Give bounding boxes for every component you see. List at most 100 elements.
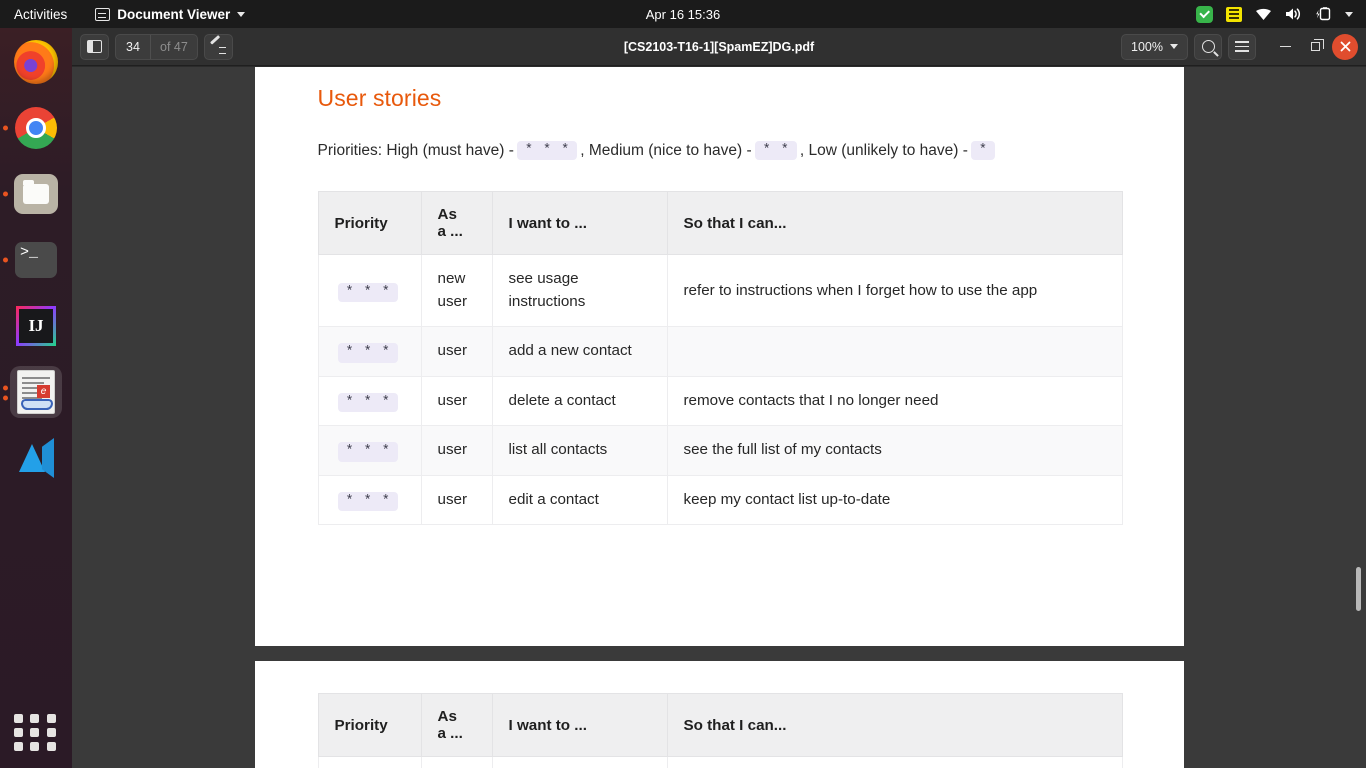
cell-so-that-i-can (666, 326, 1123, 377)
column-header-i-want-to: I want to ... (491, 693, 668, 757)
list-badge-icon[interactable] (1226, 6, 1242, 22)
dock-item-files[interactable] (3, 168, 62, 220)
priority-low-badge: * (970, 140, 995, 161)
system-tray (1196, 5, 1366, 23)
dock-item-intellij-idea[interactable]: IJ (10, 300, 62, 352)
volume-icon[interactable] (1285, 7, 1302, 21)
dock-item-document-viewer[interactable]: e (3, 366, 62, 418)
user-stories-table: Priority As a ... I want to ... So that … (317, 191, 1123, 526)
show-applications-button[interactable] (14, 710, 58, 754)
check-badge-icon[interactable] (1196, 5, 1213, 23)
find-button[interactable] (1194, 33, 1222, 60)
cell-priority: * * * (317, 254, 422, 328)
toolbar-right-group: 100% (1121, 33, 1358, 60)
pdf-page: User stories Priorities: High (must have… (254, 67, 1184, 646)
running-indicator (3, 385, 8, 391)
table-row: * * * user edit a contact keep my contact … (317, 474, 1123, 526)
chevron-down-icon (1170, 44, 1178, 49)
cell-as-a: new user (420, 254, 493, 328)
scrollbar-thumb[interactable] (1356, 567, 1361, 611)
table-body (317, 756, 1123, 768)
page-title: User stories (317, 85, 442, 111)
chevron-down-icon (237, 11, 246, 17)
page-number-input[interactable]: 34 (116, 40, 150, 54)
table-header-row: Priority As a ... I want to ... So that … (317, 191, 1123, 256)
cell-i-want-to: edit a contact (491, 474, 668, 526)
as-a-line1: As (437, 708, 457, 725)
sidebar-toggle-button[interactable] (80, 33, 109, 60)
page-navigation[interactable]: 34 of 47 (115, 33, 198, 60)
zoom-selector[interactable]: 100% (1121, 33, 1188, 60)
as-a-line1: As (437, 206, 457, 224)
cell-so-that-i-can: see the full list of my contacts (666, 425, 1123, 476)
maximize-button[interactable] (1302, 34, 1328, 60)
dock-item-firefox[interactable] (10, 36, 62, 88)
files-icon (14, 174, 58, 214)
priority-high-badge: * * * (337, 392, 398, 413)
cell-as-a (420, 756, 493, 768)
cell-priority: * * * (317, 474, 422, 526)
table-row (317, 756, 1123, 768)
running-indicator (3, 395, 8, 401)
cell-priority: * * * (317, 375, 422, 427)
document-viewer-window: 34 of 47 [CS2103-T16-1][SpamEZ]DG.pdf 10… (72, 28, 1366, 768)
running-indicator (3, 125, 8, 131)
search-icon (1201, 40, 1215, 53)
cell-i-want-to: delete a contact (491, 375, 668, 427)
dock-item-terminal[interactable]: >_ (3, 234, 62, 286)
wifi-icon[interactable] (1255, 8, 1272, 21)
window-toolbar: 34 of 47 [CS2103-T16-1][SpamEZ]DG.pdf 10… (72, 28, 1366, 66)
column-header-i-want-to: I want to ... (491, 191, 668, 256)
column-header-priority: Priority (317, 693, 422, 757)
annotate-button[interactable] (203, 33, 233, 60)
pdf-page: Priority As a ... I want to ... So that … (254, 661, 1184, 768)
document-viewer-icon: e (17, 370, 55, 414)
table-row: * * * user delete a contact remove contact… (317, 375, 1123, 427)
cell-i-want-to: list all contacts (491, 425, 668, 476)
cell-priority (317, 756, 422, 768)
cell-so-that-i-can: keep my contact list up-to-date (666, 474, 1123, 526)
column-header-priority: Priority (317, 191, 422, 256)
priority-high-badge: * * * (337, 442, 398, 462)
close-button[interactable] (1332, 33, 1358, 60)
table-body: * * * new user see usage instructions refe… (317, 254, 1123, 526)
chrome-icon (15, 107, 57, 149)
dock-item-vscode[interactable] (10, 432, 62, 484)
table-header-row: Priority As a ... I want to ... So that … (317, 693, 1123, 757)
minimize-button[interactable] (1272, 34, 1298, 60)
as-a-line2: a ... (437, 223, 463, 241)
total-pages-label: of 47 (160, 39, 188, 54)
as-a-line2: a ... (437, 725, 463, 742)
app-menu-button[interactable]: Document Viewer (95, 7, 246, 22)
cell-i-want-to: add a new contact (491, 326, 668, 377)
cell-so-that-i-can: remove contacts that I no longer need (666, 375, 1123, 427)
vertical-scrollbar[interactable] (1354, 67, 1363, 768)
priorities-mid1-text: , Medium (nice to have) - (580, 142, 752, 159)
chevron-down-icon[interactable] (1345, 11, 1353, 17)
cell-i-want-to (491, 756, 668, 768)
dock-item-chrome[interactable] (3, 102, 62, 154)
hamburger-icon (1235, 40, 1249, 53)
column-header-so-that-i-can: So that I can... (666, 693, 1123, 757)
table-row: * * * user list all contacts see the full … (317, 425, 1123, 476)
gnome-top-bar: Activities Document Viewer Apr 16 15:36 (0, 0, 1366, 28)
priorities-mid2-text: , Low (unlikely to have) - (799, 142, 968, 159)
battery-charging-icon[interactable] (1315, 7, 1332, 21)
ubuntu-dock: >_ IJ e (0, 28, 72, 768)
vscode-icon (15, 438, 57, 478)
priority-high-badge: * * * (337, 343, 398, 363)
cell-priority: * * * (317, 425, 422, 476)
cell-as-a: user (420, 474, 493, 526)
cell-i-want-to: see usage instructions (491, 254, 668, 328)
document-canvas[interactable]: User stories Priorities: High (must have… (72, 67, 1366, 768)
priority-high-badge: * * * (337, 491, 398, 512)
intellij-idea-icon: IJ (16, 306, 56, 346)
activities-button[interactable]: Activities (0, 7, 81, 22)
column-header-as-a: As a ... (420, 693, 493, 757)
priorities-intro-text: Priorities: High (must have) - (317, 142, 514, 159)
firefox-icon (14, 40, 58, 84)
main-menu-button[interactable] (1228, 33, 1256, 60)
document-viewer-icon (95, 7, 111, 21)
terminal-icon: >_ (15, 242, 57, 278)
column-header-as-a: As a ... (420, 191, 493, 256)
